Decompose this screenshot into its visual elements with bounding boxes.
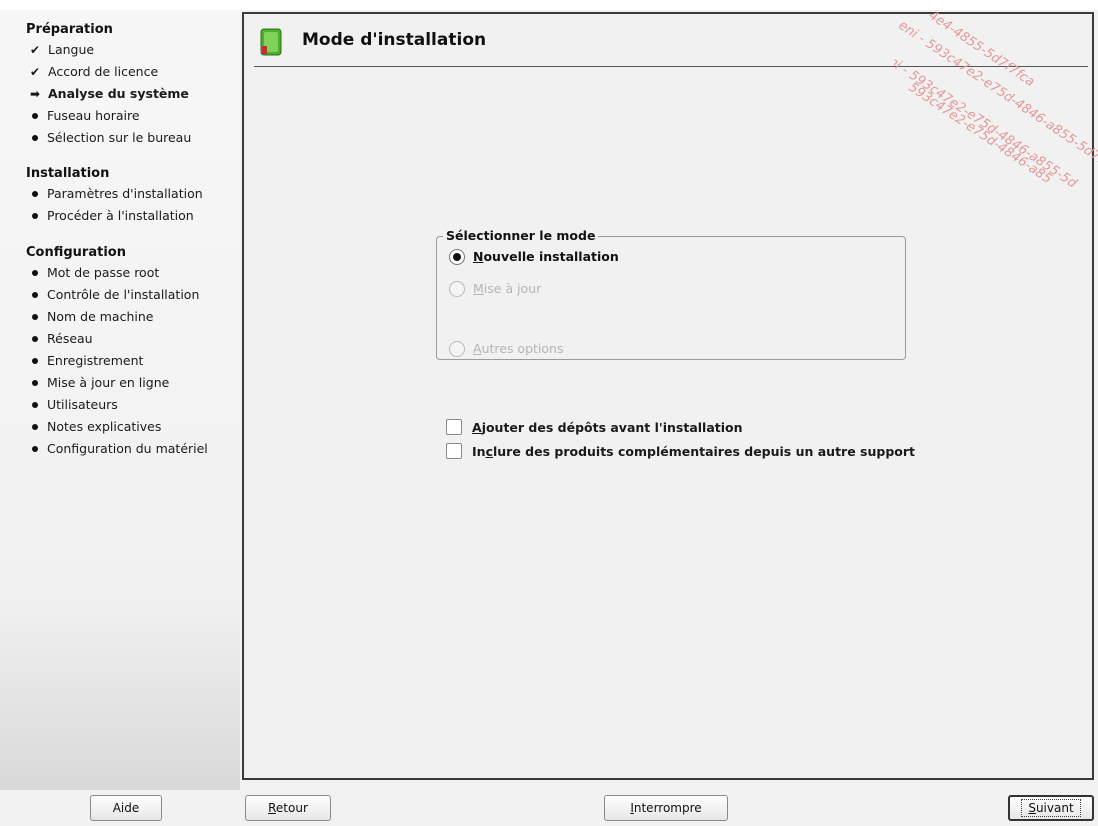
step-parametres-installation: Paramètres d'installation xyxy=(30,183,240,205)
main-panel: Mode d'installation 4e4-4855-5d7f7fca en… xyxy=(242,8,1098,780)
checkbox[interactable] xyxy=(446,443,462,459)
step-utilisateurs: Utilisateurs xyxy=(30,394,240,416)
bullet-icon xyxy=(32,135,38,141)
bullet-icon xyxy=(32,292,38,298)
step-controle-installation: Contrôle de l'installation xyxy=(30,284,240,306)
step-accord-licence: ✔ Accord de licence xyxy=(30,61,240,83)
bullet-icon xyxy=(32,336,38,342)
back-button[interactable]: Retour xyxy=(245,795,331,821)
step-fuseau-horaire: Fuseau horaire xyxy=(30,105,240,127)
bullet-icon xyxy=(32,446,38,452)
bullet-icon xyxy=(32,213,38,219)
step-nom-machine: Nom de machine xyxy=(30,306,240,328)
step-mise-a-jour-en-ligne: Mise à jour en ligne xyxy=(30,372,240,394)
bullet-icon xyxy=(32,424,38,430)
check-icon: ✔ xyxy=(30,43,41,57)
section-title-installation: Installation xyxy=(26,166,110,181)
step-proceder-installation: Procéder à l'installation xyxy=(30,205,240,227)
check-icon: ✔ xyxy=(30,65,41,79)
page-title: Mode d'installation xyxy=(302,30,487,50)
bullet-icon xyxy=(32,113,38,119)
installer-window: Préparation ✔ Langue ✔ Accord de licence ➡… xyxy=(0,0,1098,826)
radio-button xyxy=(449,281,465,297)
bullet-icon xyxy=(32,191,38,197)
section-title-configuration: Configuration xyxy=(26,245,126,260)
step-selection-bureau: Sélection sur le bureau xyxy=(30,127,240,149)
arrow-right-icon: ➡ xyxy=(30,87,41,101)
step-analyse-systeme: ➡ Analyse du système xyxy=(30,83,240,105)
watermark: 4e4-4855-5d7f7fca eni - 593c47e2-e75d-48… xyxy=(894,8,1098,192)
bullet-icon xyxy=(32,380,38,386)
mode-selection-group: Sélectionner le mode Nouvelle installati… xyxy=(436,228,906,360)
mode-group-legend: Sélectionner le mode xyxy=(443,228,599,243)
radio-button[interactable] xyxy=(449,249,465,265)
bullet-icon xyxy=(32,402,38,408)
checkbox[interactable] xyxy=(446,419,462,435)
next-button[interactable]: Suivant xyxy=(1008,795,1094,821)
help-button[interactable]: Aide xyxy=(90,795,162,821)
step-configuration-materiel: Configuration du matériel xyxy=(30,438,240,460)
steps-sidebar: Préparation ✔ Langue ✔ Accord de licence ➡… xyxy=(0,10,240,790)
bullet-icon xyxy=(32,358,38,364)
bullet-icon xyxy=(32,270,38,276)
step-enregistrement: Enregistrement xyxy=(30,350,240,372)
step-langue: ✔ Langue xyxy=(30,39,240,61)
bullet-icon xyxy=(32,314,38,320)
step-notes-explicatives: Notes explicatives xyxy=(30,416,240,438)
radio-button xyxy=(449,341,465,357)
installer-icon xyxy=(260,28,282,56)
step-reseau: Réseau xyxy=(30,328,240,350)
section-title-preparation: Préparation xyxy=(26,22,113,37)
step-mot-de-passe-root: Mot de passe root xyxy=(30,262,240,284)
abort-button[interactable]: Interrompre xyxy=(604,795,728,821)
